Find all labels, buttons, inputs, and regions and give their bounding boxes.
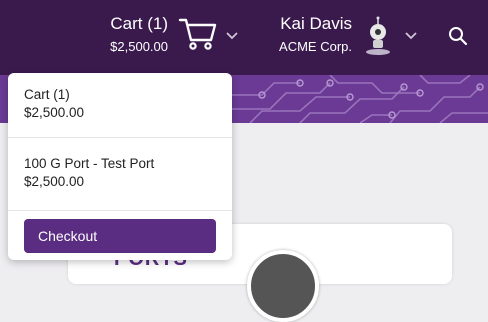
cart-icon[interactable] bbox=[178, 16, 218, 52]
cart-title: Cart (1) bbox=[110, 14, 168, 33]
user-chevron-down-icon[interactable] bbox=[404, 31, 418, 41]
cart-item-name: 100 G Port - Test Port bbox=[24, 156, 155, 171]
user-name: Kai Davis bbox=[280, 14, 352, 33]
user-organization: ACME Corp. bbox=[279, 39, 352, 54]
top-navigation-bar: Cart (1) $2,500.00 Kai Davis ACME Corp. bbox=[0, 0, 488, 75]
divider bbox=[8, 137, 232, 138]
port-gauge bbox=[247, 250, 319, 322]
cart-dropdown-title: Cart (1) bbox=[24, 87, 70, 102]
checkout-button[interactable]: Checkout bbox=[24, 219, 216, 253]
cart-summary[interactable]: Cart (1) $2,500.00 bbox=[96, 14, 168, 56]
divider bbox=[8, 210, 232, 211]
cart-item-price: $2,500.00 bbox=[24, 174, 85, 189]
cart-dropdown-summary: Cart (1) $2,500.00 bbox=[8, 86, 232, 122]
cart-dropdown: Cart (1) $2,500.00 100 G Port - Test Por… bbox=[8, 73, 232, 260]
search-icon[interactable] bbox=[448, 26, 468, 46]
cart-amount: $2,500.00 bbox=[110, 39, 168, 54]
cart-item[interactable]: 100 G Port - Test Port $2,500.00 bbox=[8, 155, 232, 191]
avatar[interactable] bbox=[364, 16, 392, 56]
cart-dropdown-total: $2,500.00 bbox=[24, 105, 85, 120]
user-summary[interactable]: Kai Davis ACME Corp. bbox=[262, 14, 352, 56]
cart-chevron-down-icon[interactable] bbox=[225, 31, 239, 41]
